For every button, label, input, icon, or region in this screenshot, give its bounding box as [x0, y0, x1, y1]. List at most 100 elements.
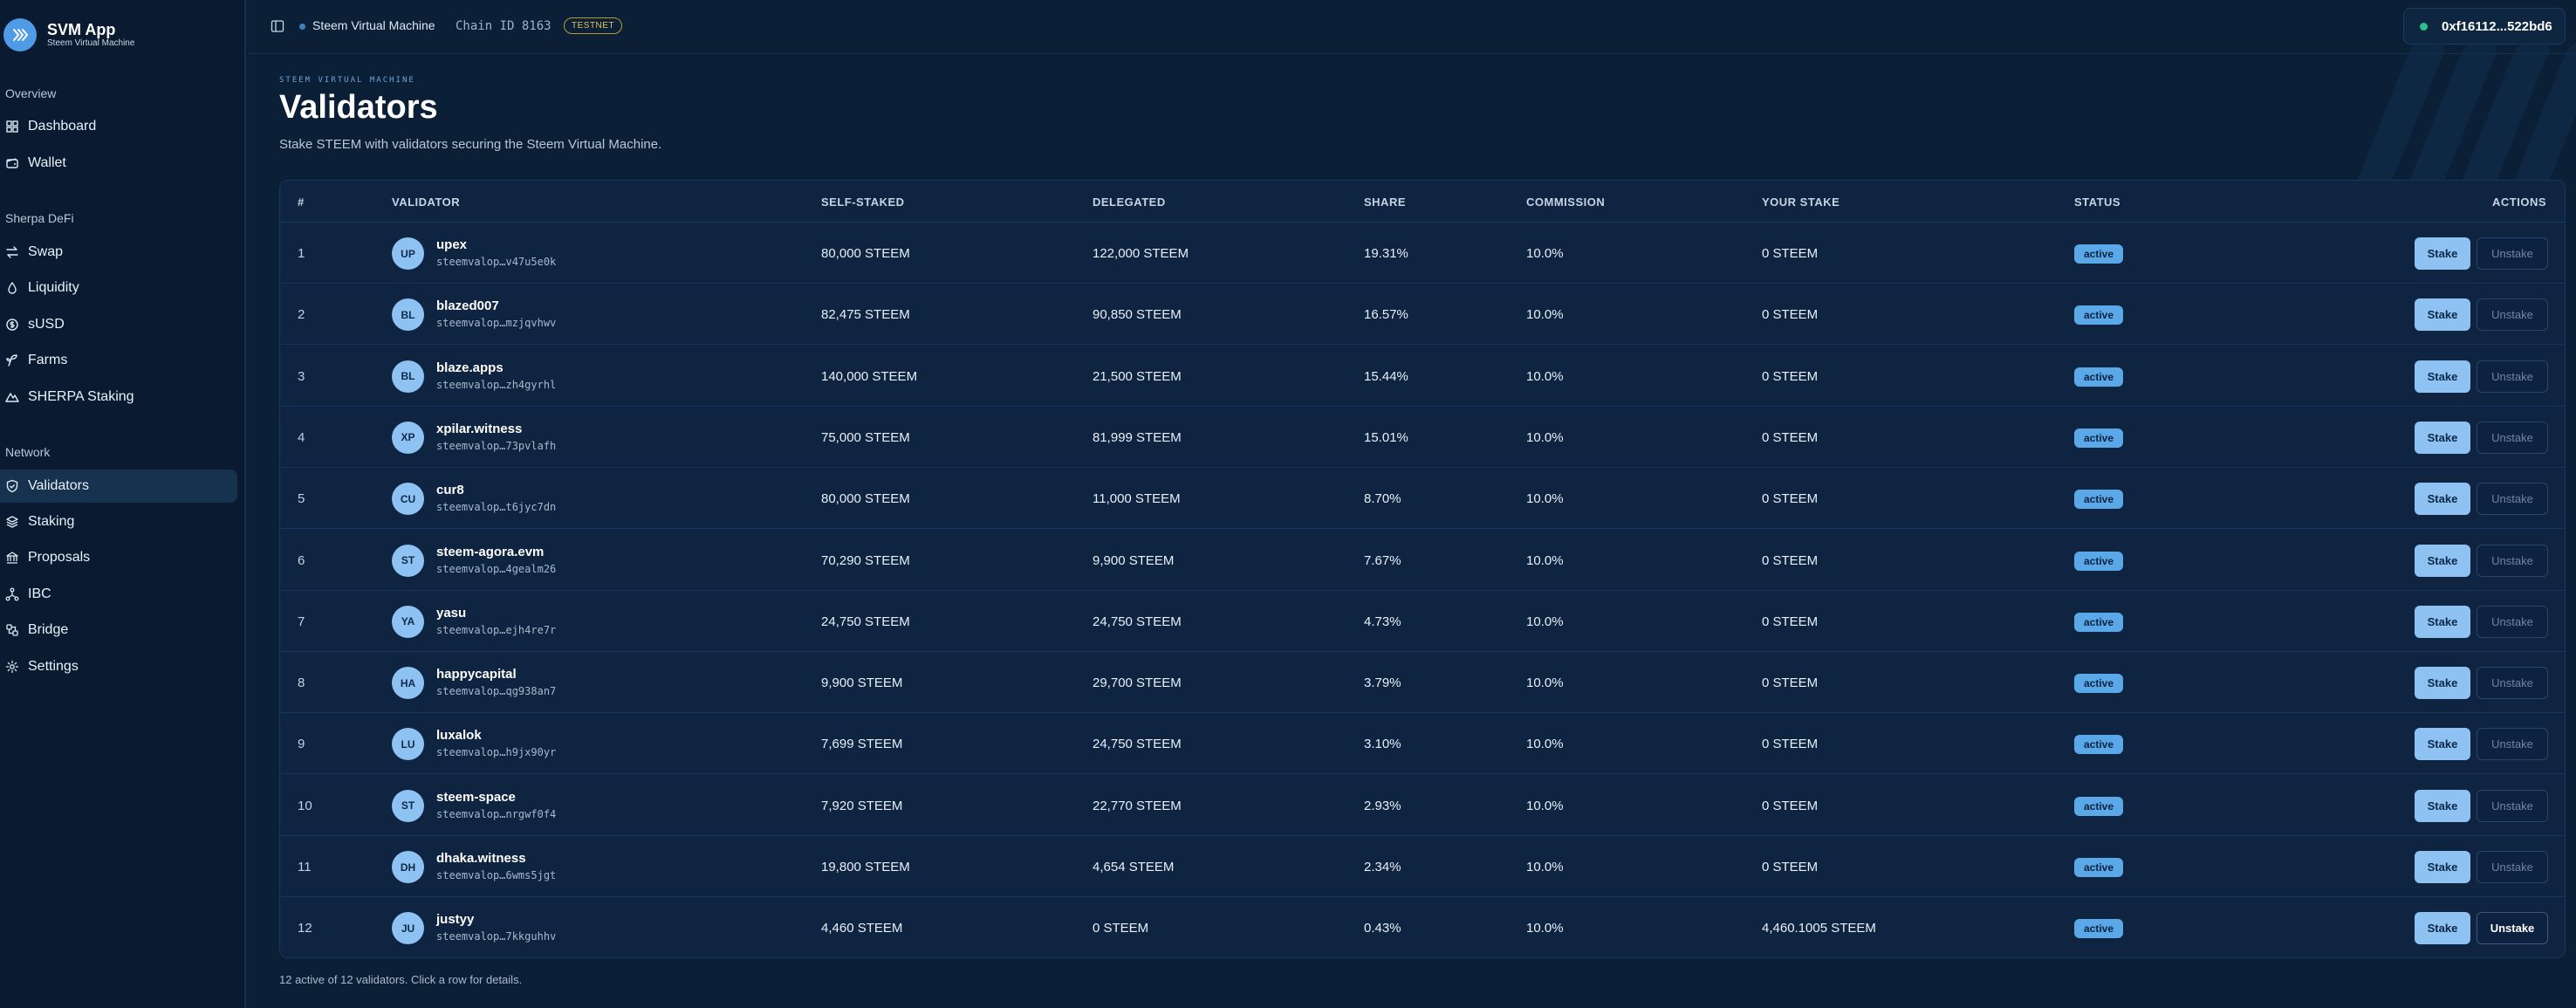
self-staked-value: 75,000 STEEM: [821, 429, 910, 445]
chain-name: Steem Virtual Machine: [312, 18, 435, 32]
row-number: 7: [298, 614, 305, 629]
sidebar-item-wallet[interactable]: Wallet: [0, 147, 237, 180]
stake-button[interactable]: Stake: [2415, 237, 2470, 270]
sidebar-item-label: sUSD: [28, 317, 65, 332]
table-row[interactable]: 12 JU justyy steemvalop…7kkguhhv 4,460 STEEM…: [280, 897, 2565, 957]
unstake-button[interactable]: Unstake: [2477, 667, 2548, 700]
status-badge: active: [2074, 305, 2124, 326]
unstake-button[interactable]: Unstake: [2477, 483, 2548, 516]
your-stake-value: 4,460.1005 STEEM: [1762, 921, 1876, 936]
unstake-button[interactable]: Unstake: [2477, 298, 2548, 332]
wallet-status-dot: [2420, 22, 2428, 31]
share-value: 2.93%: [1364, 798, 1401, 813]
commission-value: 10.0%: [1526, 614, 1564, 629]
table-row[interactable]: 3 BL blaze.apps steemvalop…zh4gyrhl 140,000 …: [280, 346, 2565, 407]
sidebar-item-proposals[interactable]: Proposals: [0, 541, 237, 574]
sidebar-item-ibc[interactable]: IBC: [0, 578, 237, 611]
unstake-button[interactable]: Unstake: [2477, 851, 2548, 883]
unstake-button[interactable]: Unstake: [2477, 237, 2548, 270]
sidebar-item-sherpa-staking[interactable]: SHERPA Staking: [0, 381, 237, 414]
table-row[interactable]: 7 YA yasu steemvalop…ejh4re7r 24,750 STEEM 24…: [280, 591, 2565, 652]
validator-name: justyy: [436, 912, 475, 928]
nav-section-network: Network: [5, 445, 51, 459]
unstake-button[interactable]: Unstake: [2477, 360, 2548, 393]
table-row[interactable]: 11 DH dhaka.witness steemvalop…6wms5jgt 19,8…: [280, 836, 2565, 897]
avatar: ST: [392, 789, 424, 822]
sidebar-item-validators[interactable]: Validators: [0, 470, 237, 503]
wallet-button[interactable]: 0xf16112...522bd6: [2403, 8, 2566, 45]
sidebar-item-swap[interactable]: Swap: [0, 236, 237, 269]
unstake-button[interactable]: Unstake: [2477, 912, 2548, 945]
sidebar-item-staking[interactable]: Staking: [0, 505, 237, 538]
stake-button[interactable]: Stake: [2415, 298, 2470, 332]
wallet-icon: [6, 158, 18, 168]
self-staked-value: 19,800 STEEM: [821, 860, 910, 874]
share-value: 2.34%: [1364, 860, 1401, 874]
validator-address: steemvalop…zh4gyrhl: [436, 378, 557, 391]
sidebar-item-farms[interactable]: Farms: [0, 344, 237, 377]
status-badge: active: [2074, 919, 2124, 939]
stake-button[interactable]: Stake: [2415, 728, 2470, 761]
validator-address: steemvalop…7kkguhhv: [436, 930, 557, 943]
your-stake-value: 0 STEEM: [1762, 429, 1819, 445]
stake-button[interactable]: Stake: [2415, 789, 2470, 822]
commission-value: 10.0%: [1526, 921, 1564, 936]
unstake-button[interactable]: Unstake: [2477, 789, 2548, 822]
sidebar-item-dashboard[interactable]: Dashboard: [0, 110, 237, 143]
sidebar-item-label: Staking: [28, 514, 75, 529]
topbar: Steem Virtual Machine Chain ID 8163 TEST…: [248, 0, 2576, 54]
stake-button[interactable]: Stake: [2415, 667, 2470, 700]
unstake-button[interactable]: Unstake: [2477, 728, 2548, 761]
unstake-button[interactable]: Unstake: [2477, 544, 2548, 577]
share-value: 8.70%: [1364, 491, 1401, 507]
stake-button[interactable]: Stake: [2415, 851, 2470, 883]
column-header-delegated: DELEGATED: [1093, 195, 1166, 209]
share-value: 0.43%: [1364, 921, 1401, 936]
row-number: 8: [298, 675, 305, 691]
status-badge: active: [2074, 858, 2124, 877]
stake-button[interactable]: Stake: [2415, 421, 2470, 454]
avatar: XP: [392, 421, 424, 454]
sidebar-item-settings[interactable]: Settings: [0, 650, 237, 683]
commission-value: 10.0%: [1526, 798, 1564, 813]
stake-button[interactable]: Stake: [2415, 912, 2470, 945]
table-row[interactable]: 5 CU cur8 steemvalop…t6jyc7dn 80,000 STEEM 11…: [280, 468, 2565, 530]
table-row[interactable]: 2 BL blazed007 steemvalop…mzjqvhwv 82,475 ST…: [280, 284, 2565, 346]
self-staked-value: 80,000 STEEM: [821, 246, 910, 261]
table-row[interactable]: 4 XP xpilar.witness steemvalop…73pvlafh 75,0…: [280, 407, 2565, 468]
table-row[interactable]: 9 LU luxalok steemvalop…h9jx90yr 7,699 STEEM…: [280, 713, 2565, 775]
sidebar-item-liquidity[interactable]: Liquidity: [0, 271, 237, 305]
stake-button[interactable]: Stake: [2415, 605, 2470, 638]
delegated-value: 9,900 STEEM: [1093, 552, 1175, 568]
validator-address: steemvalop…73pvlafh: [436, 439, 557, 452]
stake-button[interactable]: Stake: [2415, 360, 2470, 393]
commission-value: 10.0%: [1526, 246, 1564, 261]
sidebar: SVM App Steem Virtual Machine Overview D…: [0, 0, 246, 1008]
row-number: 10: [298, 798, 312, 813]
table-row[interactable]: 6 ST steem-agora.evm steemvalop…4gealm26 70,…: [280, 530, 2565, 591]
sidebar-item-label: IBC: [28, 586, 51, 601]
share-value: 15.01%: [1364, 429, 1408, 445]
commission-value: 10.0%: [1526, 429, 1564, 445]
brand-name: SVM App: [47, 21, 116, 38]
unstake-button[interactable]: Unstake: [2477, 421, 2548, 454]
stake-button[interactable]: Stake: [2415, 483, 2470, 516]
sidebar-item-label: Bridge: [28, 622, 69, 637]
your-stake-value: 0 STEEM: [1762, 307, 1819, 323]
unstake-button[interactable]: Unstake: [2477, 605, 2548, 638]
sidebar-toggle-icon[interactable]: [271, 19, 284, 33]
network-icon: [5, 587, 19, 601]
table-row[interactable]: 1 UP upex steemvalop…v47u5e0k 80,000 STEEM 12…: [280, 223, 2565, 284]
table-header: # VALIDATOR SELF-STAKED DELEGATED SHARE …: [280, 181, 2565, 223]
table-row[interactable]: 8 HA happycapital steemvalop…qg938an7 9,900 …: [280, 652, 2565, 714]
validator-name: steem-space: [436, 789, 516, 805]
sidebar-item-bridge[interactable]: Bridge: [0, 614, 237, 647]
brand[interactable]: SVM App Steem Virtual Machine: [3, 17, 134, 52]
table-row[interactable]: 10 ST steem-space steemvalop…nrgwf0f4 7,920 …: [280, 775, 2565, 836]
avatar: BL: [392, 360, 424, 393]
sidebar-item-label: Swap: [28, 244, 64, 259]
stake-button[interactable]: Stake: [2415, 544, 2470, 577]
sidebar-item-label: Validators: [28, 478, 89, 493]
avatar: ST: [392, 544, 424, 577]
sidebar-item-susd[interactable]: sUSD: [0, 308, 237, 341]
